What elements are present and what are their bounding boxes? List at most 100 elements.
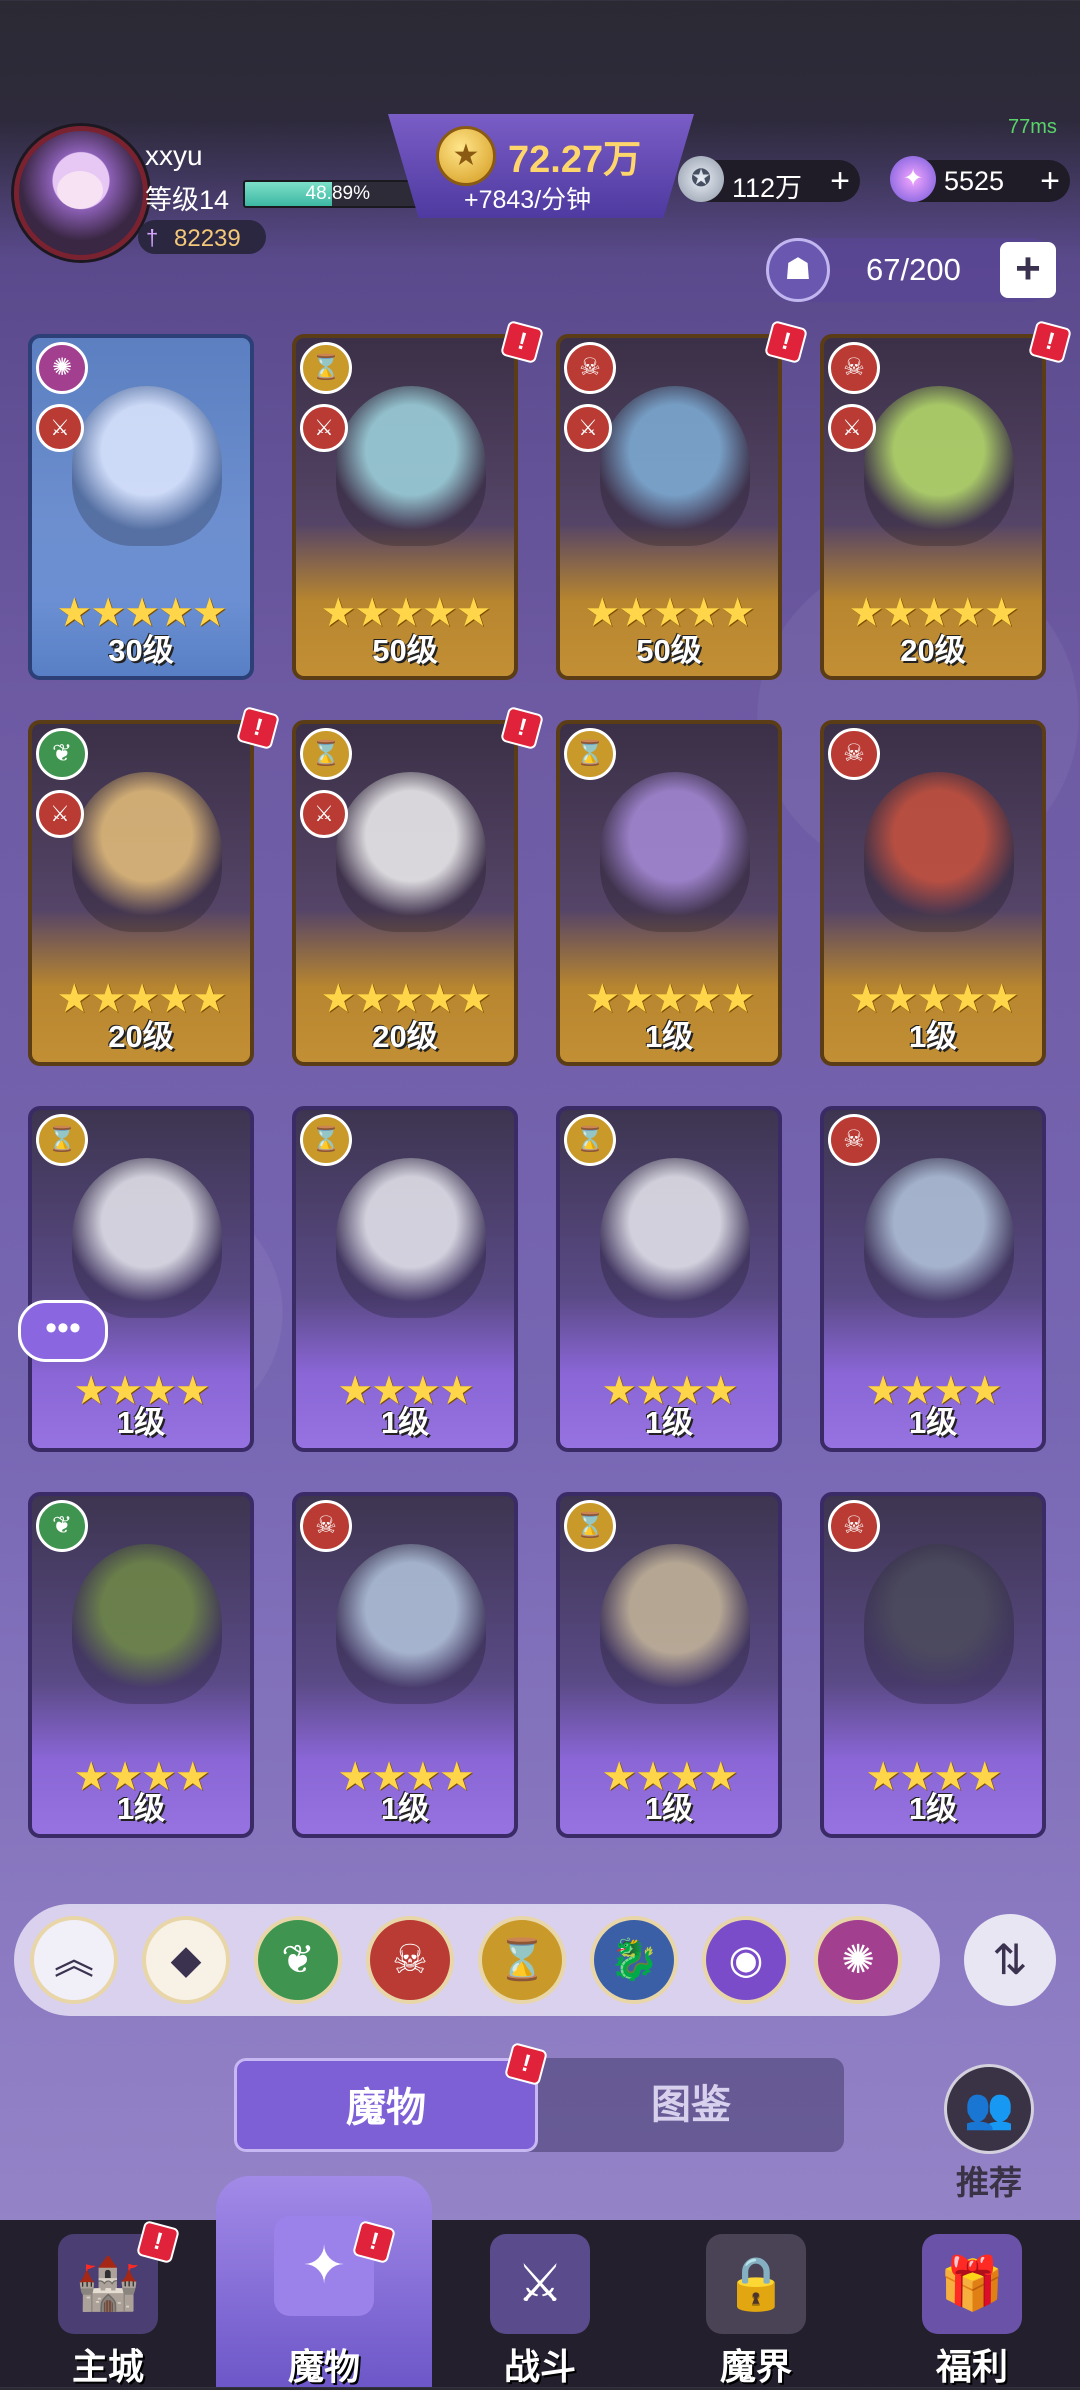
hourglass-filter-icon[interactable]: ⌛ [478, 1916, 566, 2004]
power-value: 82239 [174, 225, 241, 252]
demon-element-icon: ☠ [828, 342, 880, 394]
monster-card[interactable]: ☠ ★★★★★ 1级 [820, 720, 1046, 1066]
nav-realm[interactable]: 🔒 魔界 [648, 2220, 864, 2387]
monster-portrait [72, 1158, 222, 1318]
monster-portrait [72, 386, 222, 546]
monster-level: 1级 [908, 1405, 958, 1440]
exp-percent: 48.89% [305, 183, 370, 204]
void-element-icon: ✺ [36, 342, 88, 394]
gold-display[interactable]: ★ 72.27万 +7843/分钟 [388, 114, 694, 218]
monster-level: 20级 [108, 1019, 174, 1054]
recommend-button[interactable]: 👥 [944, 2064, 1034, 2154]
monster-level: 20级 [372, 1019, 438, 1054]
monster-card[interactable]: ☠ ⚔ ★★★★★ 50级 [556, 334, 782, 680]
demon-element-icon: ☠ [300, 1500, 352, 1552]
hourglass-element-icon: ⌛ [300, 1114, 352, 1166]
monster-level: 1级 [116, 1405, 166, 1440]
latency-indicator: 77ms [1008, 116, 1057, 138]
monster-level: 1级 [644, 1019, 694, 1054]
nature-element-icon: ❦ [36, 1500, 88, 1552]
monster-card[interactable]: ✺ ⚔ ★★★★★ 30级 [28, 334, 254, 680]
monster-card[interactable]: ⌛ ⚔ ★★★★★ 50级 [292, 334, 518, 680]
nav-monsters-label: 魔物 [287, 2346, 360, 2387]
element-filter-bar: ︽ ◆ ❦ ☠ ⌛ 🐉 ◉ ✺ [14, 1904, 940, 2016]
monster-card[interactable]: ⌛ ★★★★ 1级 [28, 1106, 254, 1452]
collapse-filter-icon[interactable]: ︽ [30, 1916, 118, 2004]
monster-level: 50级 [372, 633, 438, 668]
dragon-filter-icon[interactable]: 🐉 [590, 1916, 678, 2004]
monster-portrait [864, 1158, 1014, 1318]
monster-portrait [864, 386, 1014, 546]
monster-card[interactable]: ❦ ⚔ ★★★★★ 20级 [28, 720, 254, 1066]
tab-monsters[interactable]: 魔物 [234, 2058, 538, 2152]
sort-button[interactable]: ⇅ [964, 1914, 1056, 2006]
eye-filter-icon[interactable]: ◉ [702, 1916, 790, 2004]
nature-filter-icon[interactable]: ❦ [254, 1916, 342, 2004]
expand-capacity-button[interactable]: + [1000, 242, 1056, 298]
crossed-swords-icon: ⚔ [300, 790, 348, 838]
power-display: † 82239 [138, 220, 266, 254]
monster-portrait [600, 1158, 750, 1318]
demon-element-icon: ☠ [828, 1500, 880, 1552]
avatar-face [57, 171, 103, 209]
monster-card[interactable]: ☠ ★★★★ 1级 [820, 1492, 1046, 1838]
crossed-swords-icon: ⚔ [36, 404, 84, 452]
monster-portrait [864, 772, 1014, 932]
monster-portrait [600, 772, 750, 932]
lock-gate-icon: 🔒 [706, 2234, 806, 2334]
monster-card[interactable]: ☠ ★★★★ 1级 [820, 1106, 1046, 1452]
hourglass-element-icon: ⌛ [564, 728, 616, 780]
add-silver-button[interactable]: + [830, 160, 850, 202]
nav-monsters[interactable]: ✦ 魔物 [216, 2176, 432, 2387]
add-gem-button[interactable]: + [1040, 160, 1060, 202]
monster-portrait [600, 1544, 750, 1704]
monster-level: 1级 [908, 1019, 958, 1054]
monster-level: 20级 [900, 633, 966, 668]
gold-rate: +7843/分钟 [464, 186, 592, 214]
nature-element-icon: ❦ [36, 728, 88, 780]
tab-codex[interactable]: 图鉴 [538, 2058, 844, 2152]
crossed-swords-icon: ⚔ [564, 404, 612, 452]
gold-coin-icon: ★ [436, 126, 496, 186]
gem-icon: ✦ [890, 156, 936, 202]
monster-card[interactable]: ☠ ★★★★ 1级 [292, 1492, 518, 1838]
monster-card[interactable]: ⌛ ⚔ ★★★★★ 20级 [292, 720, 518, 1066]
monster-portrait [864, 1544, 1014, 1704]
monster-card[interactable]: ☠ ⚔ ★★★★★ 20级 [820, 334, 1046, 680]
crossed-swords-icon: ⚔ [828, 404, 876, 452]
capacity-count: 67/200 [866, 252, 961, 287]
nav-city[interactable]: 🏰 主城 [0, 2220, 216, 2387]
recommend-label: 推荐 [956, 2164, 1022, 2201]
monster-portrait [336, 772, 486, 932]
monster-level: 1级 [380, 1791, 430, 1826]
monster-card[interactable]: ❦ ★★★★ 1级 [28, 1492, 254, 1838]
nav-battle-label: 战斗 [503, 2346, 576, 2387]
monster-level: 1级 [644, 1791, 694, 1826]
monster-portrait [336, 1544, 486, 1704]
monster-card[interactable]: ⌛ ★★★★ 1级 [556, 1492, 782, 1838]
monster-card[interactable]: ⌛ ★★★★ 1级 [292, 1106, 518, 1452]
demon-filter-icon[interactable]: ☠ [366, 1916, 454, 2004]
nav-welfare[interactable]: 🎁 福利 [864, 2220, 1080, 2387]
treasure-chest-icon: 🎁 [922, 2234, 1022, 2334]
crossed-swords-icon: ⚔ [300, 404, 348, 452]
all-filter-icon[interactable]: ◆ [142, 1916, 230, 2004]
monster-capacity-icon: ☗ [766, 238, 830, 302]
nav-welfare-label: 福利 [935, 2346, 1008, 2387]
gem-display: ✦ 5525 + [890, 156, 1070, 202]
hourglass-element-icon: ⌛ [36, 1114, 88, 1166]
player-avatar[interactable] [14, 126, 148, 260]
nav-battle[interactable]: ⚔ 战斗 [432, 2220, 648, 2387]
monster-level: 1级 [908, 1791, 958, 1826]
demon-element-icon: ☠ [564, 342, 616, 394]
hourglass-element-icon: ⌛ [564, 1114, 616, 1166]
chat-button[interactable]: ••• [18, 1300, 108, 1362]
hourglass-element-icon: ⌛ [564, 1500, 616, 1552]
monster-card[interactable]: ⌛ ★★★★★ 1级 [556, 720, 782, 1066]
monster-portrait [336, 1158, 486, 1318]
monster-level: 1级 [644, 1405, 694, 1440]
sword-icon: † [146, 225, 159, 250]
demon-element-icon: ☠ [828, 728, 880, 780]
monster-card[interactable]: ⌛ ★★★★ 1级 [556, 1106, 782, 1452]
void-filter-icon[interactable]: ✺ [814, 1916, 902, 2004]
